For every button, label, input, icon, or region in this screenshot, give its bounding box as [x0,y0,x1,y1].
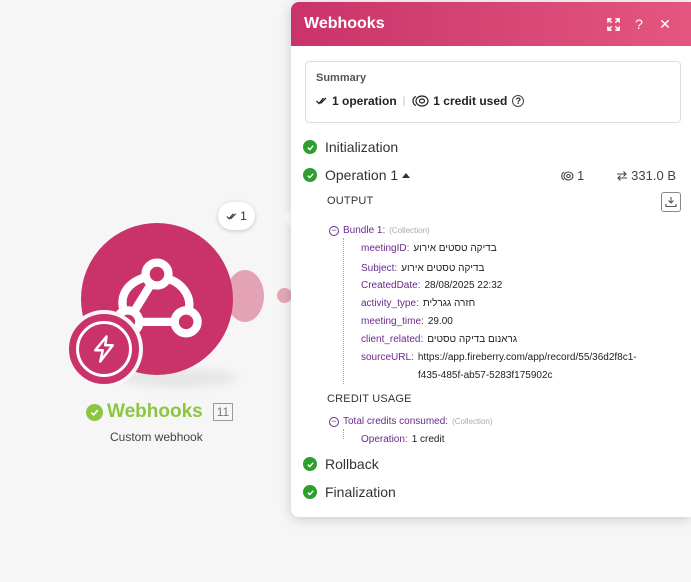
summary-label: Summary [316,72,367,84]
expand-icon [606,17,620,31]
lightning-icon [94,335,114,363]
close-button[interactable]: ✕ [652,16,678,33]
module-subtitle: Custom webhook [110,430,203,444]
field-row: meetingID: בדיקה טסטים אירוע [361,243,497,254]
operation-size: 331.0 B [631,168,676,183]
total-credits-label: Total credits consumed: [343,416,449,427]
success-check-icon [303,485,317,499]
section-label: Rollback [325,456,379,472]
summary-divider: | [402,95,406,107]
bundle-type: (Collection) [389,226,430,235]
field-row: sourceURL: https://app.fireberry.com/app/… [361,352,637,363]
double-check-icon [316,97,327,105]
operations-count: 1 [240,209,247,223]
operation-credits: 1 [576,168,585,183]
section-operation-1[interactable]: Operation 1 [303,167,411,183]
section-label: Operation 1 [325,167,399,183]
collapse-icon[interactable]: − [329,225,339,236]
success-check-icon [303,140,317,154]
module-name[interactable]: Webhooks [107,401,203,423]
help-button[interactable]: ? [626,16,652,32]
collapse-icon[interactable]: − [329,416,339,427]
operations-bubble[interactable]: 1 [218,202,255,230]
section-rollback[interactable]: Rollback [303,456,379,472]
credit-icon [412,95,429,107]
caret-up-icon[interactable] [402,172,411,178]
field-row: client_related: גראנום בדיקה טסטים [361,334,518,345]
execution-inspector-panel: Webhooks ? ✕ Summary 1 operation | 1 cre… [291,2,691,517]
field-value-continued: f435-485f-ab57-5283f175902c [418,370,553,381]
field-row: CreatedDate:28/08/2025 22:32 [361,280,503,291]
instant-trigger-badge [65,310,143,388]
download-output-button[interactable] [661,192,681,212]
tree-guide [343,238,344,384]
summary-credits: 1 credit used [433,94,508,108]
module-id: 11 [212,403,234,421]
download-icon [665,197,677,208]
success-check-icon [303,168,317,182]
section-initialization[interactable]: Initialization [303,139,398,155]
success-check-icon [303,457,317,471]
transfer-icon [617,170,628,181]
total-credits-header[interactable]: − Total credits consumed: (Collection) [329,416,493,427]
module-title[interactable]: Webhooks 11 [86,401,234,423]
output-label: OUTPUT [327,195,374,207]
field-row: meeting_time:29.00 [361,316,453,327]
connector-dot[interactable] [277,288,292,303]
summary-row: 1 operation | 1 credit used ? [316,94,670,108]
credits-help-icon[interactable]: ? [512,95,525,107]
section-finalization[interactable]: Finalization [303,484,396,500]
panel-title: Webhooks [304,15,385,32]
summary-operations: 1 operation [332,94,397,108]
tree-guide [343,429,344,439]
panel-header: Webhooks ? ✕ [291,2,691,46]
credit-icon [561,170,574,181]
summary-box: Summary 1 operation | 1 credit used ? [305,61,681,123]
credit-row: Operation:1 credit [361,434,445,445]
credit-usage-label: CREDIT USAGE [327,393,412,405]
operation-stats: 1 331.0 B [560,168,676,183]
bundle-1-header[interactable]: − Bundle 1: (Collection) [329,225,430,236]
section-label: Finalization [325,484,396,500]
help-icon: ? [635,16,643,32]
close-icon: ✕ [659,15,671,32]
expand-button[interactable] [600,17,626,31]
bundle-label: Bundle 1: [343,225,386,236]
double-check-icon [226,212,237,220]
field-row: Subject: בדיקה טסטים אירוע [361,263,485,274]
section-label: Initialization [325,139,399,155]
success-check-icon [86,403,103,421]
field-row: activity_type: חזרה גגרלית [361,298,476,309]
total-credits-type: (Collection) [452,417,493,426]
